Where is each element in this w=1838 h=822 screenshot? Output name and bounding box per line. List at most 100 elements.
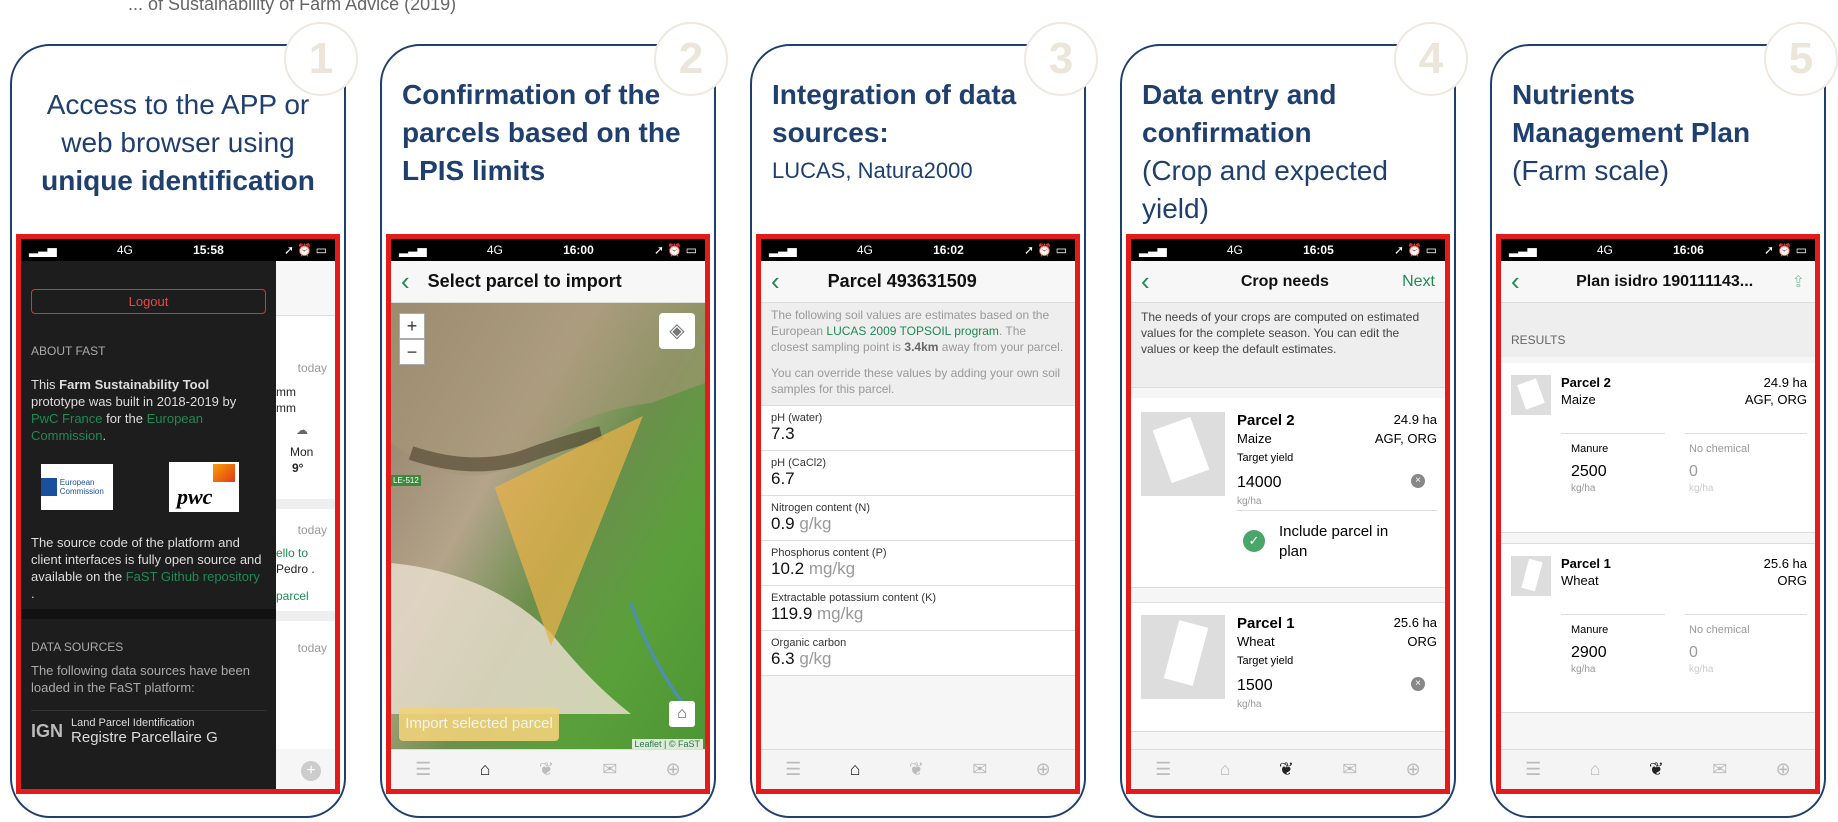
clock: 16:05 [1303,243,1334,257]
soil-field[interactable]: Nitrogen content (N) 0.9 g/kg [761,496,1075,541]
heading-bold: Nutrients Management Plan [1512,79,1751,148]
home-icon[interactable]: ⌂ [480,759,491,780]
home-icon[interactable]: ⌂ [1220,759,1231,780]
leaf-icon[interactable]: ❦ [909,759,924,780]
mail-icon[interactable]: ✉ [1342,759,1357,780]
include-parcel-label: Include parcel in plan [1279,523,1389,560]
phone-screen-5: ▂▃▅ 4G 16:06 ➚ ⏰ ▭ ‹ Plan isidro 190111143..… [1496,234,1820,794]
target-yield-input[interactable]: 14000 [1237,474,1282,492]
battery-icon: ➚ ⏰ ▭ [1393,243,1437,257]
plus-icon[interactable]: + [301,761,321,781]
soil-field[interactable]: pH (CaCl2) 6.7 [761,451,1075,496]
parcel-tags: ORG [1407,634,1437,649]
screen-title: Select parcel to import [427,271,622,291]
home-icon[interactable]: ⌂ [850,759,861,780]
github-link[interactable]: FaST Github repository [126,569,260,584]
leaf-icon[interactable]: ❦ [1279,759,1294,780]
screen-title: Parcel 493631509 [827,271,977,291]
parcel-thumbnail [1511,375,1551,415]
soil-field[interactable]: Organic carbon 6.3 g/kg [761,631,1075,676]
parcel-card[interactable]: Parcel 2 24.9 ha Maize AGF, ORG Target y… [1131,398,1445,588]
parcel-area: 25.6 ha [1763,556,1807,571]
mail-icon[interactable]: ✉ [602,759,617,780]
menu-icon[interactable]: ☰ [1525,759,1541,780]
data-source-item[interactable]: IGN Land Parcel Identification Registre P… [31,710,266,746]
heading-sub: (Farm scale) [1512,155,1670,186]
mail-icon[interactable]: ✉ [1712,759,1727,780]
parcel-tags: AGF, ORG [1374,431,1437,446]
bg-text: mm [276,385,296,399]
parcel-crop: Wheat [1237,634,1275,649]
result-card[interactable]: Parcel 2 24.9 ha Maize AGF, ORG Manure N… [1501,363,1815,533]
parcel-name: Parcel 2 [1237,412,1295,429]
home-icon[interactable]: ⌂ [1590,759,1601,780]
battery-icon: ➚ ⏰ ▭ [283,243,327,257]
clear-icon[interactable]: × [1411,474,1425,488]
logout-button[interactable]: Logout [31,289,266,314]
plus-icon[interactable]: ⊕ [666,759,681,780]
leaf-icon[interactable]: ❦ [539,759,554,780]
parcel-name: Parcel 2 [1561,375,1611,390]
tab-bar: ☰ ⌂ ❦ ✉ ⊕ [761,749,1075,789]
ign-logo: IGN [31,721,64,741]
signal-icon: ▂▃▅ [769,243,797,257]
side-menu: Logout ABOUT FAST This Farm Sustainabili… [21,261,276,789]
satellite-map[interactable]: + − ◈ LE-512 ⌂ Import selected parcel Le… [391,303,705,749]
bg-text: parcel [276,589,309,603]
check-icon[interactable]: ✓ [1243,530,1265,552]
heading-bold: Integration of data sources: [772,79,1017,148]
pwc-link[interactable]: PwC France [31,411,103,426]
chemical-value: 0 [1689,644,1698,661]
map-overlay [391,303,705,714]
top-caption: ... of Sustainability of Farm Advice (20… [128,0,457,14]
menu-icon[interactable]: ☰ [415,759,431,780]
leaf-icon[interactable]: ❦ [1649,759,1664,780]
bg-text: Mon [290,445,314,459]
unit-label: kg/ha [1571,664,1596,675]
mail-icon[interactable]: ✉ [972,759,987,780]
result-card[interactable]: Parcel 1 25.6 ha Wheat ORG Manure No che… [1501,543,1815,713]
plus-icon[interactable]: ⊕ [1406,759,1421,780]
step-card-4: 4 Data entry and confirmation (Crop and e… [1120,22,1468,818]
bg-today: today [297,641,327,655]
zoom-out-button[interactable]: − [399,339,425,365]
bg-today: today [297,361,327,375]
signal-icon: ▂▃▅ [399,243,427,257]
data-sources-heading: DATA SOURCES [31,640,124,654]
parcel-tags: AGF, ORG [1744,392,1807,407]
soil-field[interactable]: pH (water) 7.3 [761,406,1075,451]
back-chevron-icon[interactable]: ‹ [1511,266,1520,297]
layers-icon[interactable]: ◈ [659,313,695,349]
intro: The following soil values are estimates … [761,303,1075,406]
plus-icon[interactable]: ⊕ [1776,759,1791,780]
menu-icon[interactable]: ☰ [785,759,801,780]
manure-value: 2900 [1571,644,1607,661]
import-selected-parcel-button[interactable]: Import selected parcel [399,707,559,741]
signal-icon: ▂▃▅ [1139,243,1167,257]
source-text: The source code of the platform and clie… [31,535,262,601]
manure-label: Manure [1571,624,1609,636]
phone-screen-1: ▂▃▅ 4G 15:58 ➚ ⏰ ▭ today mm mm ☁ Mon 9° tod… [16,234,340,794]
nav-bar: ‹ Crop needs Next [1131,261,1445,303]
back-chevron-icon[interactable]: ‹ [1141,266,1150,297]
back-chevron-icon[interactable]: ‹ [771,266,780,297]
background-screen: today mm mm ☁ Mon 9° today ello to Pedro… [276,261,335,749]
soil-field[interactable]: Phosphorus content (P) 10.2 mg/kg [761,541,1075,586]
share-icon[interactable]: ⇪ [1792,272,1805,292]
signal-icon: ▂▃▅ [1509,243,1537,257]
parcel-card[interactable]: Parcel 1 25.6 ha Wheat ORG Target yield … [1131,602,1445,732]
zoom-in-button[interactable]: + [399,313,425,339]
ec-logo: European Commission [41,464,113,510]
plus-icon[interactable]: ⊕ [1036,759,1051,780]
unit-label: kg/ha [1689,483,1714,494]
clear-icon[interactable]: × [1411,677,1425,691]
lucas-link[interactable]: LUCAS 2009 TOPSOIL program [826,324,999,338]
step-heading: Integration of data sources: LUCAS, Natur… [772,76,1064,190]
chemical-label: No chemical [1689,443,1750,455]
menu-icon[interactable]: ☰ [1155,759,1171,780]
back-chevron-icon[interactable]: ‹ [401,266,410,297]
target-yield-input[interactable]: 1500 [1237,677,1273,695]
soil-field[interactable]: Extractable potassium content (K) 119.9 m… [761,586,1075,631]
home-map-icon[interactable]: ⌂ [669,701,695,727]
next-button[interactable]: Next [1402,273,1435,291]
